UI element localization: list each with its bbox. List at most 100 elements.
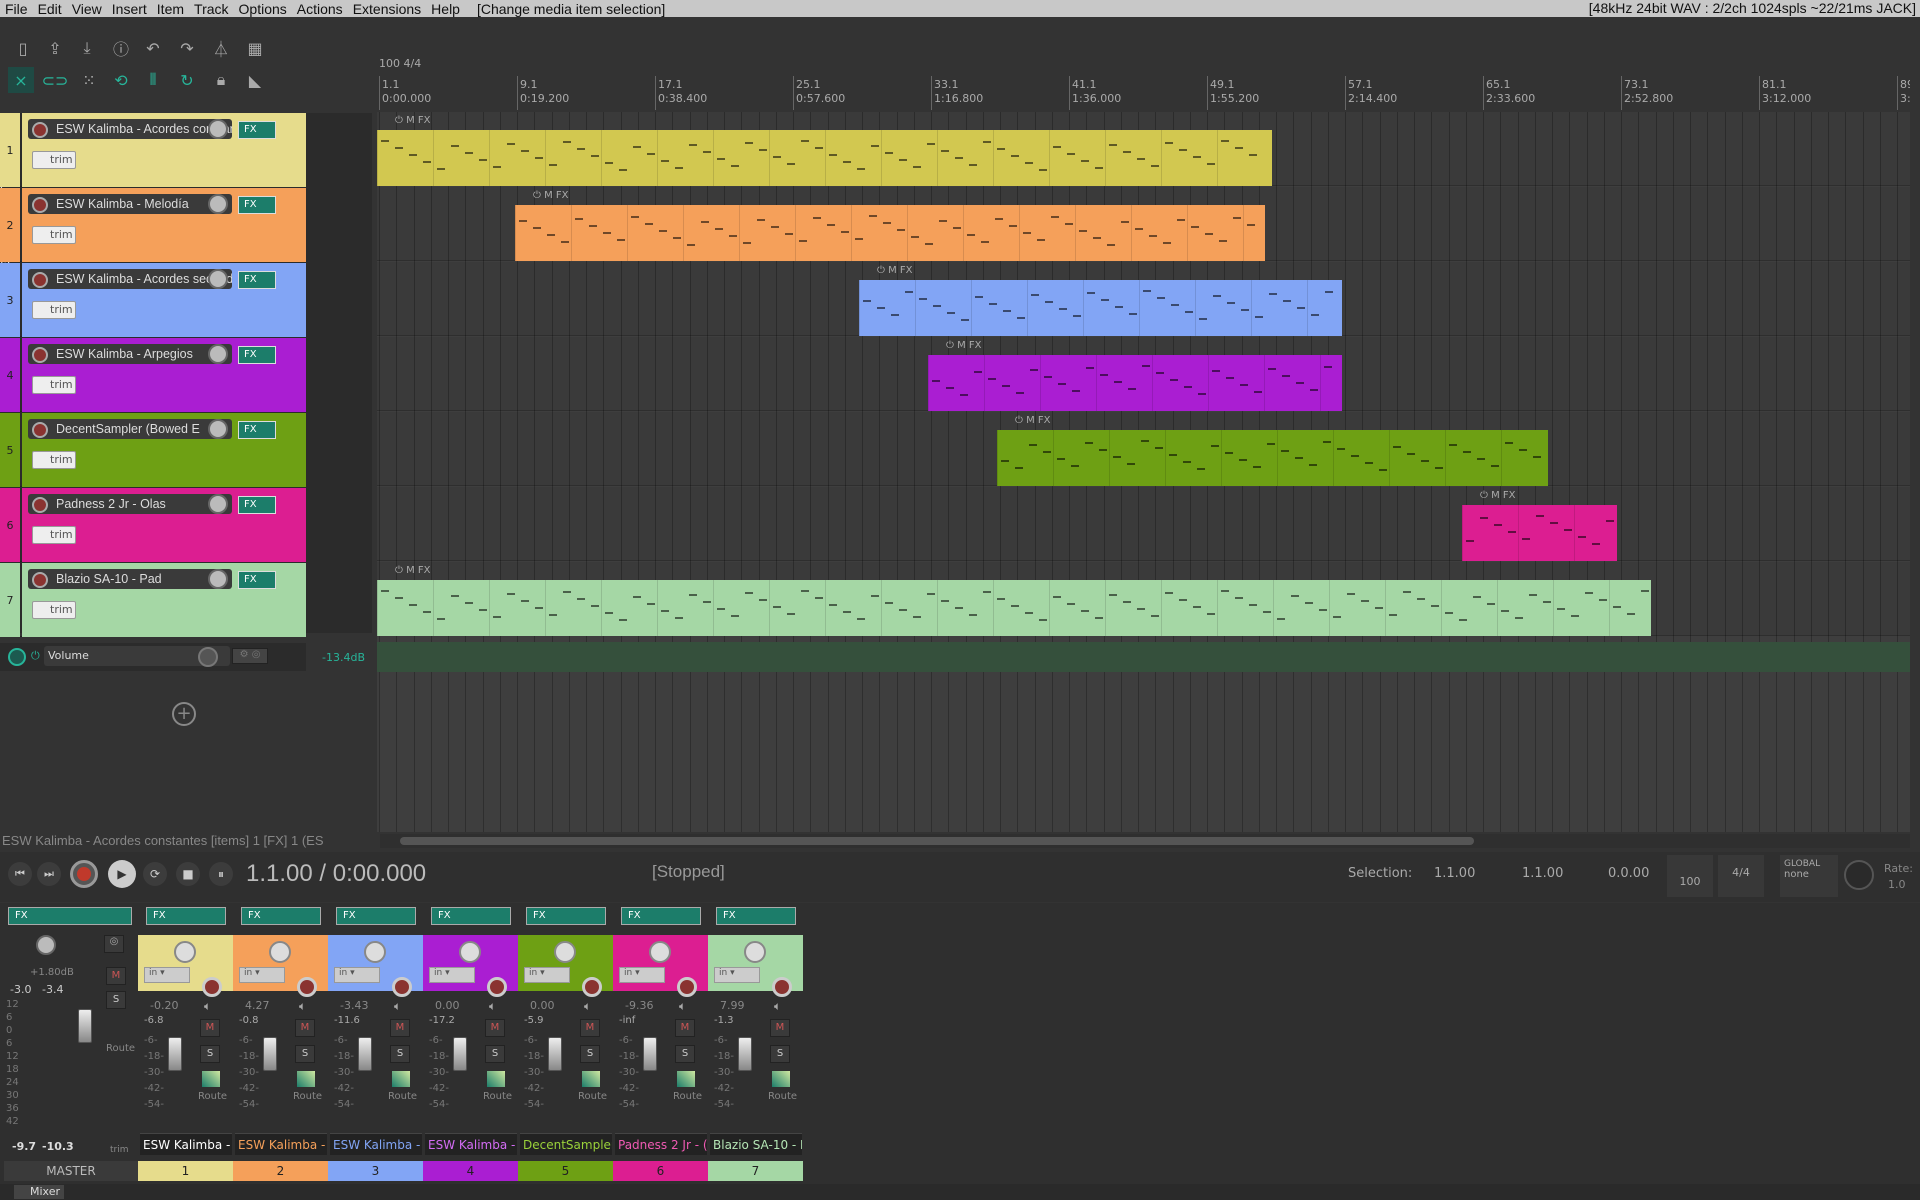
selection-length[interactable]: 0.0.00 — [1608, 866, 1649, 881]
media-item[interactable] — [377, 130, 1272, 186]
strip-mute-button[interactable]: M — [200, 1019, 220, 1037]
item-header[interactable]: ⏻ M FX — [533, 190, 569, 201]
strip-mute-button[interactable]: M — [295, 1019, 315, 1037]
track-panel[interactable]: Padness 2 Jr - Olas FX trim — [22, 488, 306, 562]
volume-knob[interactable] — [208, 344, 228, 364]
snap-icon[interactable]: ⟲ — [108, 67, 134, 93]
strip-pan-knob[interactable] — [744, 941, 766, 963]
link-icon[interactable]: ⊂⊃ — [42, 67, 69, 93]
item-header[interactable]: ⏻ M FX — [946, 340, 982, 351]
global-automation-box[interactable]: GLOBAL none — [1780, 855, 1838, 897]
strip-speaker-icon[interactable]: 🔈︎ — [299, 999, 306, 1014]
menu-options[interactable]: Options — [234, 1, 292, 17]
timeline-ruler[interactable]: 100 4/4 1.1 0:00.000 9.1 0:19.200 17.1 0:38.4… — [377, 54, 1910, 112]
track-number[interactable]: 7 — [0, 563, 20, 637]
fx-button[interactable]: FX — [238, 121, 276, 139]
strip-index[interactable]: 4 — [423, 1161, 518, 1181]
track-name[interactable]: ESW Kalimba - Acordes constantes — [28, 119, 232, 139]
strip-pan-knob[interactable] — [174, 941, 196, 963]
volume-knob[interactable] — [208, 194, 228, 214]
track-name[interactable]: Padness 2 Jr - Olas — [28, 494, 232, 514]
strip-fx-button[interactable]: FX — [431, 907, 511, 925]
time-display[interactable]: 1.1.00 / 0:00.000 — [246, 860, 426, 888]
track-name[interactable]: ESW Kalimba - Melodía — [28, 194, 232, 214]
grid-icon[interactable]: ▦ — [242, 35, 268, 61]
strip-input-select[interactable]: in ▾ — [619, 967, 665, 983]
strip-route-icon[interactable] — [677, 1071, 695, 1087]
open-project-icon[interactable]: ⇪ — [42, 35, 68, 61]
menu-track[interactable]: Track — [189, 1, 233, 17]
rate-value[interactable]: 1.0 — [1888, 878, 1906, 891]
strip-fx-button[interactable]: FX — [146, 907, 226, 925]
strip-solo-button[interactable]: S — [580, 1045, 600, 1063]
trim-envelope-button[interactable]: trim — [32, 301, 76, 319]
track-6[interactable]: 6 Padness 2 Jr - Olas FX trim — [0, 488, 306, 562]
record-arm-icon[interactable] — [32, 197, 48, 213]
strip-input-select[interactable]: in ▾ — [239, 967, 285, 983]
master-mono-icon[interactable]: ◎ — [104, 935, 124, 953]
strip-route-button[interactable]: Route — [293, 1091, 322, 1102]
item-power-icon[interactable]: ⏻ — [395, 115, 406, 126]
track-number[interactable]: 1 — [0, 113, 20, 187]
strip-route-button[interactable]: Route — [388, 1091, 417, 1102]
track-name[interactable]: ESW Kalimba - Acordes secundarios — [28, 269, 232, 289]
master-route-button[interactable]: Route — [106, 1043, 135, 1054]
repeat-toggle-icon[interactable]: ⟳ — [143, 862, 167, 886]
strip-record-arm-icon[interactable] — [677, 977, 697, 997]
record-arm-icon[interactable] — [32, 122, 48, 138]
item-header[interactable]: ⏻ M FX — [877, 265, 913, 276]
master-pan-knob[interactable] — [36, 935, 56, 955]
strip-input-select[interactable]: in ▾ — [524, 967, 570, 983]
strip-solo-button[interactable]: S — [200, 1045, 220, 1063]
track-3[interactable]: 3 ESW Kalimba - Acordes secundarios FX trim — [0, 263, 306, 337]
strip-record-arm-icon[interactable] — [487, 977, 507, 997]
strip-name[interactable]: ESW Kalimba - — [330, 1133, 422, 1155]
fx-button[interactable]: FX — [238, 196, 276, 214]
record-arm-icon[interactable] — [32, 497, 48, 513]
trim-envelope-button[interactable]: trim — [32, 601, 76, 619]
new-project-icon[interactable]: ▯ — [10, 35, 36, 61]
menu-file[interactable]: File — [0, 1, 33, 17]
strip-solo-button[interactable]: S — [390, 1045, 410, 1063]
track-panel[interactable]: ESW Kalimba - Melodía FX trim — [22, 188, 306, 262]
strip-mute-button[interactable]: M — [770, 1019, 790, 1037]
menu-item[interactable]: Item — [152, 1, 189, 17]
volume-envelope-lane[interactable] — [377, 642, 1910, 672]
go-to-end-icon[interactable]: ⏭ — [37, 862, 61, 886]
strip-index[interactable]: 1 — [138, 1161, 233, 1181]
strip-fx-button[interactable]: FX — [621, 907, 701, 925]
track-number[interactable]: 5 — [0, 413, 20, 487]
fx-button[interactable]: FX — [238, 496, 276, 514]
item-header[interactable]: ⏻ M FX — [1015, 415, 1051, 426]
track-number[interactable]: 4 — [0, 338, 20, 412]
track-4[interactable]: 4 ESW Kalimba - Arpegios FX trim — [0, 338, 306, 412]
strip-pan-knob[interactable] — [269, 941, 291, 963]
strip-name[interactable]: DecentSampler — [520, 1133, 612, 1155]
strip-speaker-icon[interactable]: 🔈︎ — [584, 999, 591, 1014]
strip-route-button[interactable]: Route — [578, 1091, 607, 1102]
strip-input-select[interactable]: in ▾ — [334, 967, 380, 983]
media-item[interactable] — [928, 355, 1342, 411]
envelope-settings-icon[interactable]: ⚙ ◎ — [232, 648, 268, 664]
fx-button[interactable]: FX — [238, 571, 276, 589]
bpm-box[interactable]: 100 — [1667, 855, 1713, 897]
strip-solo-button[interactable]: S — [295, 1045, 315, 1063]
metronome-icon[interactable]: ⏃ — [208, 35, 234, 61]
menu-help[interactable]: Help — [426, 1, 465, 17]
volume-knob[interactable] — [208, 569, 228, 589]
trim-envelope-button[interactable]: trim — [32, 526, 76, 544]
strip-speaker-icon[interactable]: 🔈︎ — [204, 999, 211, 1014]
grid-toggle-icon[interactable]: ⁙ — [76, 67, 102, 93]
strip-fx-button[interactable]: FX — [336, 907, 416, 925]
track-panel[interactable]: ESW Kalimba - Acordes secundarios FX trim — [22, 263, 306, 337]
strip-route-icon[interactable] — [772, 1071, 790, 1087]
track-2[interactable]: 2 ESW Kalimba - Melodía FX trim — [0, 188, 306, 262]
track-lane[interactable] — [377, 487, 1910, 561]
menu-insert[interactable]: Insert — [107, 1, 152, 17]
horizontal-scrollbar[interactable] — [380, 834, 1910, 848]
strip-index[interactable]: 2 — [233, 1161, 328, 1181]
strip-route-button[interactable]: Route — [768, 1091, 797, 1102]
strip-fader[interactable] — [168, 1037, 182, 1071]
strip-pan-knob[interactable] — [459, 941, 481, 963]
menu-actions[interactable]: Actions — [292, 1, 348, 17]
